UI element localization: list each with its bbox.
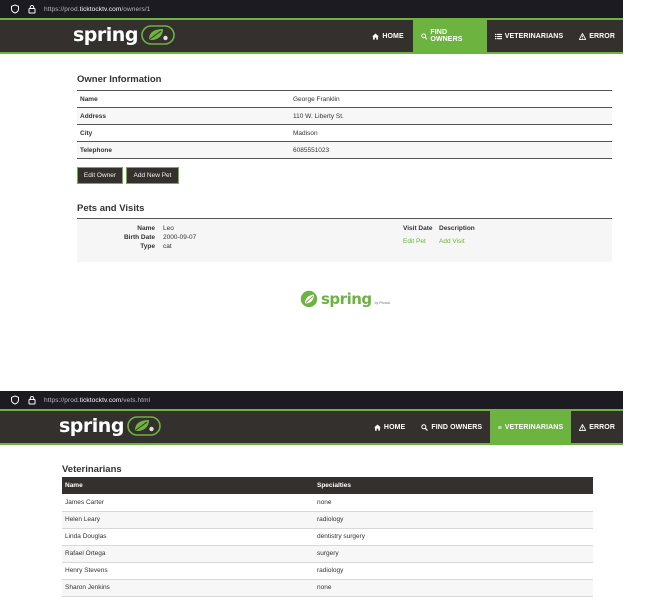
vet-name: Rafael Ortega — [65, 550, 106, 557]
table-row: Address 110 W. Liberty St. — [77, 107, 612, 125]
vet-name: Helen Leary — [65, 516, 101, 523]
nav-find-owners[interactable]: Find owners — [412, 20, 487, 52]
nav-veterinarians[interactable]: Veterinarians — [490, 411, 572, 443]
table-row: Helen Leary radiology — [62, 511, 593, 528]
pet-type-label: Type — [140, 243, 155, 250]
table-row: Sharon Jenkins none — [62, 579, 593, 596]
url-text: https://prod.ticktocktv.com/vets.html — [44, 396, 151, 404]
nav-error[interactable]: Error — [571, 411, 623, 443]
shield-icon — [11, 4, 19, 14]
nav-error[interactable]: Error — [571, 20, 623, 52]
vets-content: Veterinarians Name Specialties James Car… — [62, 464, 593, 596]
row-label: Name — [80, 95, 98, 103]
nav-find-owners[interactable]: Find owners — [413, 411, 490, 443]
lock-icon — [28, 5, 36, 14]
row-value: 6085551023 — [293, 146, 330, 154]
spring-logo[interactable]: spring — [73, 24, 175, 46]
pet-card: Name Leo Birth Date 2000-09-07 Type cat … — [77, 218, 612, 262]
pet-type: cat — [163, 243, 172, 250]
spring-leaf-icon — [300, 290, 318, 308]
table-row: Rafael Ortega surgery — [62, 545, 593, 562]
warning-icon — [579, 32, 587, 40]
row-value: 110 W. Liberty St. — [293, 112, 344, 120]
add-visit-link[interactable]: Add Visit — [439, 238, 465, 245]
page-title: Veterinarians — [62, 464, 122, 475]
vet-specialties: none — [317, 584, 332, 591]
vet-name: Henry Stevens — [65, 567, 108, 574]
petclinic-leaf-logo-icon — [127, 416, 161, 436]
pets-section-title: Pets and Visits — [77, 203, 145, 214]
vet-specialties: surgery — [317, 550, 339, 557]
spring-logo[interactable]: spring — [59, 415, 161, 437]
navbar: spring Home Find owners Veterinarians Er… — [0, 18, 623, 54]
description-header: Description — [439, 225, 475, 232]
browser-url-bar[interactable]: https://prod.ticktocktv.com/owners/1 — [0, 0, 623, 18]
row-label: City — [80, 129, 93, 137]
vets-table: Name Specialties James Carter none Helen … — [62, 477, 593, 597]
main-nav: Home Find owners Veterinarians Error — [366, 411, 623, 443]
table-row: Telephone 6085551023 — [77, 141, 612, 159]
list-icon — [498, 425, 502, 429]
vet-name: Sharon Jenkins — [65, 584, 110, 591]
table-row: James Carter none — [62, 494, 593, 511]
row-label: Telephone — [80, 146, 113, 154]
pet-name-label: Name — [137, 225, 155, 232]
nav-home[interactable]: Home — [363, 20, 412, 52]
search-icon — [421, 423, 429, 431]
nav-home[interactable]: Home — [366, 411, 413, 443]
url-text: https://prod.ticktocktv.com/owners/1 — [44, 5, 151, 13]
owner-info-table: Name George Franklin Address 110 W. Libert… — [77, 90, 612, 159]
petclinic-leaf-logo-icon — [141, 25, 175, 45]
edit-pet-link[interactable]: Edit Pet — [403, 238, 426, 245]
lock-icon — [28, 396, 36, 405]
table-row: Henry Stevens radiology — [62, 562, 593, 579]
pet-birth-label: Birth Date — [123, 234, 155, 241]
page-title: Owner Information — [77, 74, 162, 85]
owner-page-screenshot: https://prod.ticktocktv.com/owners/1 spr… — [0, 0, 623, 383]
vet-specialties: radiology — [317, 567, 344, 574]
column-header-name: Name — [65, 482, 83, 489]
table-row: City Madison — [77, 125, 612, 142]
vets-page-screenshot: https://prod.ticktocktv.com/vets.html sp… — [0, 391, 623, 600]
add-new-pet-button[interactable]: Add New Pet — [126, 167, 179, 184]
pet-birth-date: 2000-09-07 — [163, 234, 197, 241]
row-label: Address — [80, 112, 107, 120]
shield-icon — [11, 395, 19, 405]
warning-icon — [579, 423, 587, 431]
footer-spring-logo: spring by Pivotal. — [300, 290, 391, 308]
home-icon — [372, 32, 380, 40]
main-nav: Home Find owners Veterinarians Error — [363, 20, 623, 52]
table-header-row: Name Specialties — [62, 477, 593, 494]
navbar: spring Home Find owners Veterinarians Er… — [0, 409, 623, 445]
column-header-specialties: Specialties — [317, 482, 351, 489]
row-value: Madison — [293, 129, 318, 137]
vet-specialties: radiology — [317, 516, 344, 523]
visit-date-header: Visit Date — [403, 225, 433, 232]
pet-name: Leo — [163, 225, 174, 232]
table-row: Linda Douglas dentistry surgery — [62, 528, 593, 545]
nav-veterinarians[interactable]: Veterinarians — [487, 20, 571, 52]
edit-owner-button[interactable]: Edit Owner — [77, 167, 123, 184]
browser-url-bar[interactable]: https://prod.ticktocktv.com/vets.html — [0, 391, 623, 409]
screenshot-divider — [0, 383, 649, 391]
list-icon — [494, 33, 502, 39]
table-row: Name George Franklin — [77, 91, 612, 108]
home-icon — [374, 423, 381, 431]
row-value: George Franklin — [293, 95, 340, 103]
vet-specialties: none — [317, 498, 332, 506]
vet-specialties: dentistry surgery — [317, 533, 366, 540]
vet-name: James Carter — [65, 498, 105, 506]
search-icon — [421, 32, 428, 40]
vet-name: Linda Douglas — [65, 533, 107, 540]
